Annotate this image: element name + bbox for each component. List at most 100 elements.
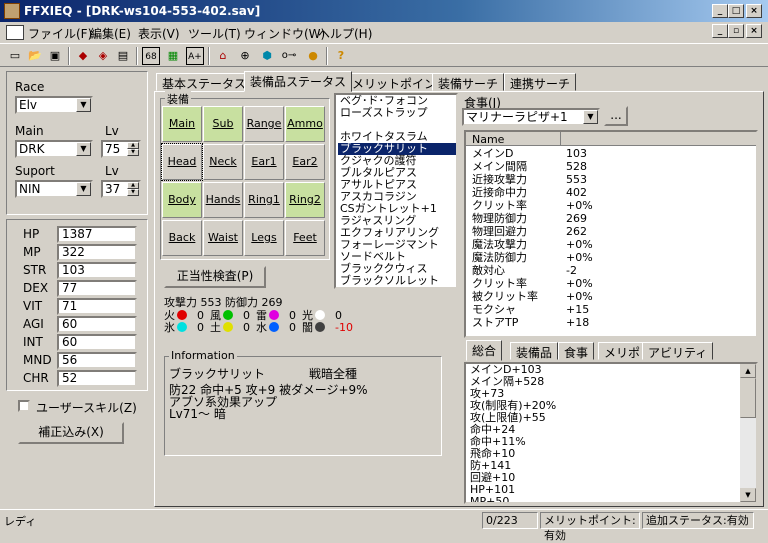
- doc-icon[interactable]: [6, 25, 24, 40]
- tab-equip-status[interactable]: 装備品ステータス: [244, 71, 353, 92]
- chevron-down-icon: ▼: [76, 182, 91, 196]
- stat-value[interactable]: 71: [57, 298, 137, 315]
- stats-grid[interactable]: Name メインD 103 メイン間隔 528 近接攻撃力 553 近接命中力 402 クリット…: [464, 130, 758, 338]
- menu-file[interactable]: ファイル(F): [28, 25, 92, 42]
- tab-chain-search[interactable]: 連携サーチ: [504, 73, 577, 91]
- slot-head[interactable]: Head: [161, 143, 203, 181]
- main-lv-label: Lv: [105, 124, 119, 138]
- summary-list[interactable]: メインD+103 メイン隔+528 攻+73 攻(制限有)+20% 攻(上限値)+55 命…: [464, 362, 758, 504]
- target-icon[interactable]: ⊕: [236, 47, 254, 65]
- food-more-button[interactable]: ...: [604, 106, 628, 126]
- slot-ring2[interactable]: Ring2: [285, 182, 325, 218]
- slot-ammo[interactable]: Ammo: [285, 106, 325, 142]
- tab-equip-search[interactable]: 装備サーチ: [432, 73, 505, 91]
- summary-scrollbar[interactable]: ▲ ▼: [740, 364, 756, 502]
- slot-legs[interactable]: Legs: [244, 220, 284, 256]
- mdi-minimize-icon[interactable]: _: [712, 24, 728, 38]
- menu-window[interactable]: ウィンドウ(W): [244, 25, 325, 42]
- item-list-entry[interactable]: ローズストラップ: [338, 107, 456, 119]
- tab-basic-status[interactable]: 基本ステータス: [156, 73, 253, 91]
- adjust-button[interactable]: 補正込み(X): [18, 422, 124, 444]
- save-icon[interactable]: ▣: [46, 47, 64, 65]
- character-panel: Race Elv ▼ Main Lv DRK ▼ 75 ▲ ▼ Suport Lv NI…: [6, 71, 148, 215]
- stat-value[interactable]: 60: [57, 334, 137, 351]
- title-bar: FFXIEQ - [DRK-ws104-553-402.sav] _ □ ×: [0, 0, 768, 22]
- new-icon[interactable]: ▭: [6, 47, 24, 65]
- bottom-tab-2[interactable]: 食事: [558, 342, 595, 360]
- grid-row: 魔法攻撃力 +0%: [466, 238, 756, 251]
- food-select[interactable]: マリナーラピザ+1 ▼: [462, 108, 600, 126]
- tool3-icon[interactable]: ▤: [114, 47, 132, 65]
- stat-value[interactable]: 103: [57, 262, 137, 279]
- stat-value[interactable]: 322: [57, 244, 137, 261]
- house-icon[interactable]: ⌂: [214, 47, 232, 65]
- grid-cell-value: 528: [566, 160, 587, 173]
- slot-neck[interactable]: Neck: [203, 144, 243, 180]
- set68-icon[interactable]: 68: [142, 47, 160, 65]
- stat-value[interactable]: 56: [57, 352, 137, 369]
- bottom-tab-0[interactable]: 総合: [466, 340, 503, 361]
- maximize-icon[interactable]: □: [728, 4, 744, 18]
- slot-back[interactable]: Back: [162, 220, 202, 256]
- slot-hands[interactable]: Hands: [203, 182, 243, 218]
- bottom-tab-4[interactable]: アビリティ: [642, 342, 714, 360]
- stat-label: MP: [23, 245, 41, 259]
- slot-ear2[interactable]: Ear2: [285, 144, 325, 180]
- app-icon[interactable]: [4, 3, 20, 19]
- grid-row: モクシャ +15: [466, 303, 756, 316]
- open-icon[interactable]: 📂: [26, 47, 44, 65]
- menu-help[interactable]: ヘルプ(H): [318, 25, 372, 42]
- slot-ear1[interactable]: Ear1: [244, 144, 284, 180]
- element-resist: 闇 -10: [302, 319, 353, 335]
- close-icon[interactable]: ×: [746, 4, 762, 18]
- menu-tools[interactable]: ツール(T): [188, 25, 241, 42]
- cube-icon[interactable]: ⬢: [258, 47, 276, 65]
- stat-value[interactable]: 77: [57, 280, 137, 297]
- key-icon[interactable]: o⊸: [280, 47, 298, 65]
- aplus-icon[interactable]: A+: [186, 47, 204, 65]
- minimize-icon[interactable]: _: [712, 4, 728, 18]
- grid-row: メインD 103: [466, 147, 756, 160]
- sup-lv-spinner[interactable]: 37 ▲ ▼: [101, 180, 141, 198]
- stat-label: HP: [23, 227, 40, 241]
- user-skill-checkbox[interactable]: [18, 400, 30, 412]
- slot-waist[interactable]: Waist: [203, 220, 243, 256]
- info-group: Information ブラックサリット 戦暗全種 防22 命中+5 攻+9 被…: [164, 349, 442, 456]
- hat-icon[interactable]: ●: [304, 47, 322, 65]
- mdi-close-icon[interactable]: ×: [746, 24, 762, 38]
- main-lv-spinner[interactable]: 75 ▲ ▼: [101, 140, 141, 158]
- mdi-restore-icon[interactable]: ▫: [728, 24, 744, 38]
- slot-body[interactable]: Body: [162, 182, 202, 218]
- slot-sub[interactable]: Sub: [203, 106, 243, 142]
- slot-main[interactable]: Main: [162, 106, 202, 142]
- status-extra: 追加ステータス:有効: [642, 512, 754, 529]
- summary-line: 飛命+10: [470, 447, 516, 460]
- bottom-tab-1[interactable]: 装備品: [510, 342, 559, 360]
- grid-cell-name: 魔法防御力: [472, 251, 527, 264]
- sup-job-select[interactable]: NIN ▼: [15, 180, 93, 198]
- help-icon[interactable]: ?: [332, 47, 350, 65]
- bottom-tab-3[interactable]: メリポ: [598, 342, 647, 360]
- element-resist: 土0: [210, 319, 250, 335]
- status-text: レディ: [4, 515, 37, 528]
- stat-value[interactable]: 52: [57, 370, 137, 387]
- check-button[interactable]: 正当性検査(P): [164, 266, 266, 288]
- slot-feet[interactable]: Feet: [285, 220, 325, 256]
- slot-range[interactable]: Range: [244, 106, 284, 142]
- item-list[interactable]: ベグ･ド･フォコン ローズストラップ ホワイトタスラム ブラックサリット クジャクの護符…: [334, 93, 458, 289]
- menu-view[interactable]: 表示(V): [138, 25, 180, 42]
- race-select[interactable]: Elv ▼: [15, 96, 93, 114]
- main-job-select[interactable]: DRK ▼: [15, 140, 93, 158]
- toolbar: ▭ 📂 ▣ ◆ ◈ ▤ 68 ▦ A+ ⌂ ⊕ ⬢ o⊸ ● ?: [0, 43, 768, 67]
- tool2-icon[interactable]: ◈: [94, 47, 112, 65]
- item-list-entry[interactable]: ブラックソルレット: [338, 275, 456, 287]
- tool1-icon[interactable]: ◆: [74, 47, 92, 65]
- grid-icon[interactable]: ▦: [164, 47, 182, 65]
- grid-cell-name: メイン間隔: [472, 160, 527, 173]
- menu-edit[interactable]: 編集(E): [90, 25, 131, 42]
- stat-value[interactable]: 60: [57, 316, 137, 333]
- stat-value[interactable]: 1387: [57, 226, 137, 243]
- stat-label: CHR: [23, 371, 49, 385]
- user-skill-label: ユーザースキル(Z): [36, 401, 137, 415]
- slot-ring1[interactable]: Ring1: [244, 182, 284, 218]
